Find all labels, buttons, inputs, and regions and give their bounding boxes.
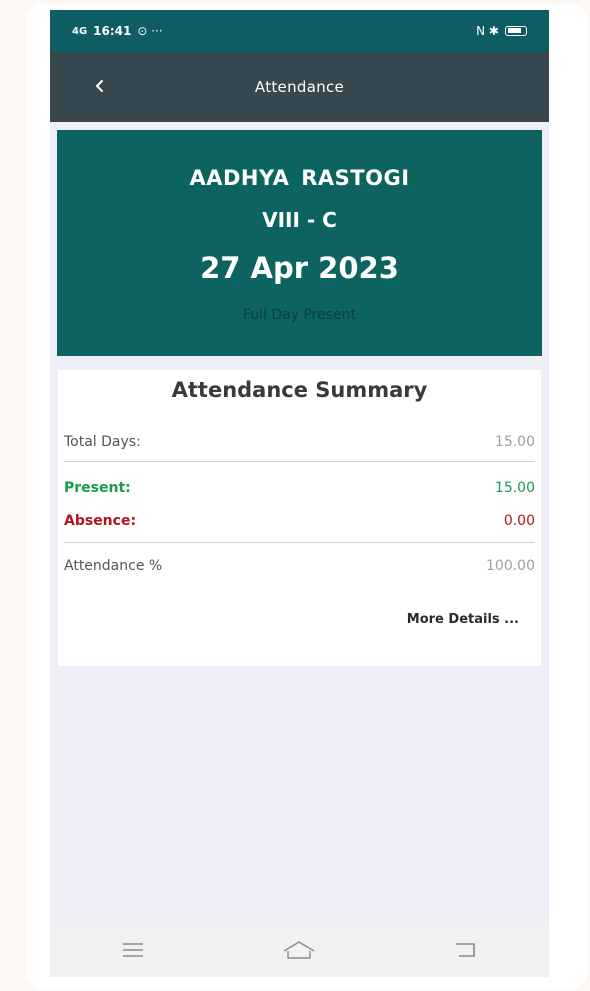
- chevron-left-icon: [96, 80, 103, 92]
- menu-nav-button[interactable]: [103, 935, 163, 965]
- present-label: Present:: [64, 480, 131, 496]
- status-time: 16:41: [93, 24, 132, 38]
- home-icon: [284, 941, 315, 959]
- divider: [64, 461, 535, 462]
- battery-icon: [505, 26, 527, 36]
- signal-icon: 4G: [72, 25, 88, 37]
- app-bar: Attendance: [50, 52, 549, 122]
- back-button[interactable]: [88, 74, 112, 98]
- attendance-percent-label: Attendance %: [64, 558, 163, 574]
- return-icon: [455, 943, 475, 957]
- home-nav-button[interactable]: [269, 935, 329, 965]
- back-nav-button[interactable]: [436, 935, 496, 965]
- summary-title: Attendance Summary: [171, 378, 428, 402]
- student-name: AADHYA RASTOGI: [189, 166, 410, 190]
- total-days-value: 15.00: [494, 434, 535, 450]
- total-days-label: Total Days:: [64, 434, 141, 450]
- status-right: N ✱: [476, 24, 527, 38]
- total-days-row: Total Days: 15.00: [64, 434, 535, 450]
- divider: [64, 542, 535, 543]
- more-details-link[interactable]: More Details ...: [407, 612, 519, 627]
- attendance-percent-value: 100.00: [486, 558, 535, 574]
- absence-value: 0.00: [503, 513, 535, 529]
- present-value: 15.00: [494, 480, 535, 496]
- attendance-status: Full Day Present: [242, 307, 356, 323]
- system-nav-bar: [50, 923, 549, 977]
- menu-icon: [123, 943, 144, 957]
- attendance-summary-card: Attendance Summary Total Days: 15.00 Pre…: [58, 370, 541, 666]
- page-title: Attendance: [254, 78, 345, 96]
- status-extra-icons: ⊙ ···: [137, 24, 163, 38]
- status-left: 4G 16:41 ⊙ ···: [72, 24, 163, 38]
- student-class: VIII - C: [262, 208, 337, 232]
- status-bar: 4G 16:41 ⊙ ··· N ✱: [50, 10, 549, 52]
- student-header-card: AADHYA RASTOGI VIII - C 27 Apr 2023 Full…: [57, 130, 542, 356]
- attendance-percent-row: Attendance % 100.00: [64, 558, 535, 574]
- attendance-date: 27 Apr 2023: [200, 251, 399, 285]
- absence-label: Absence:: [64, 513, 137, 529]
- absence-row: Absence: 0.00: [64, 513, 535, 529]
- present-row: Present: 15.00: [64, 480, 535, 496]
- status-right-icons: N ✱: [476, 24, 499, 38]
- phone-screen: 4G 16:41 ⊙ ··· N ✱ Attendance AADHYA RAS…: [50, 10, 549, 977]
